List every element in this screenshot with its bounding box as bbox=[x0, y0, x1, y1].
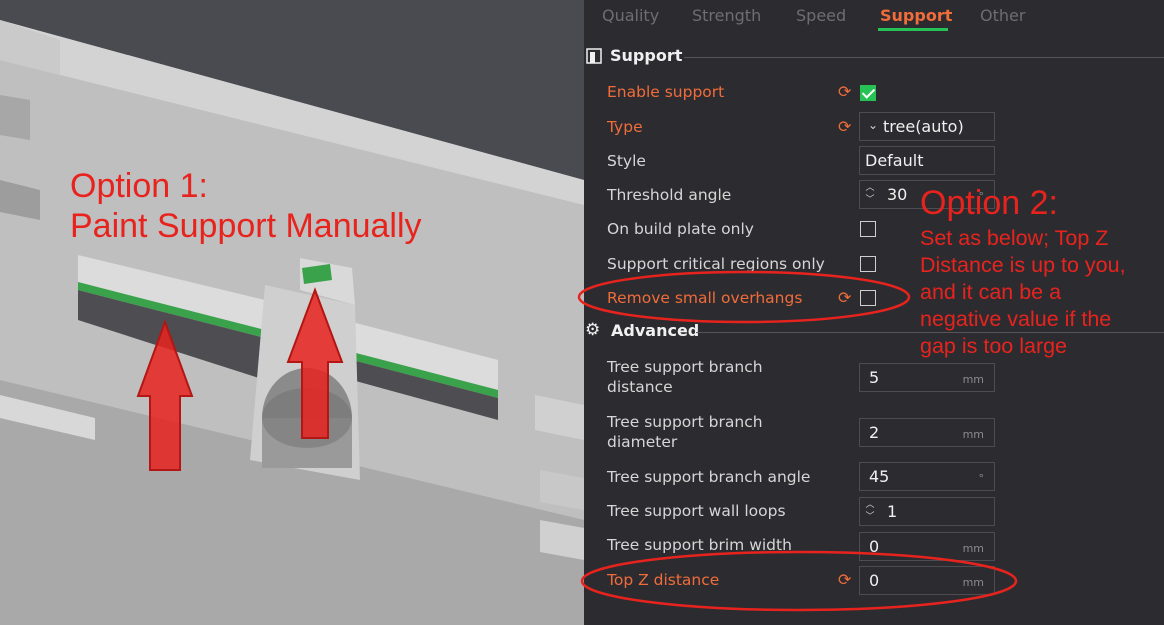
annotation-line: Set as below; Top Z bbox=[920, 226, 1109, 250]
reset-icon[interactable]: ⟳ bbox=[838, 571, 856, 589]
wall-loops-value: 1 bbox=[887, 502, 898, 521]
threshold-angle-label: Threshold angle bbox=[607, 186, 732, 204]
type-select[interactable]: ⌄ tree(auto) bbox=[859, 112, 995, 141]
brim-width-value: 0 bbox=[869, 537, 880, 556]
annotation-line: Option 1: bbox=[70, 167, 208, 205]
3d-viewport[interactable] bbox=[0, 0, 584, 625]
branch-diameter-value: 2 bbox=[869, 423, 880, 442]
wall-loops-label: Tree support wall loops bbox=[607, 502, 786, 520]
tab-speed[interactable]: Speed bbox=[796, 6, 846, 25]
style-select[interactable]: Default bbox=[859, 146, 995, 175]
label-line: diameter bbox=[607, 433, 678, 451]
model-render bbox=[0, 0, 584, 625]
option1-annotation: Option 1: Paint Support Manually bbox=[70, 166, 422, 246]
brim-width-label: Tree support brim width bbox=[607, 536, 792, 554]
critical-regions-checkbox[interactable] bbox=[860, 256, 876, 272]
remove-small-overhangs-label: Remove small overhangs bbox=[607, 289, 803, 307]
support-section-title: Support bbox=[610, 46, 683, 65]
build-plate-only-label: On build plate only bbox=[607, 220, 754, 238]
support-section-icon bbox=[586, 48, 602, 64]
model-step-2 bbox=[0, 95, 30, 140]
tab-quality[interactable]: Quality bbox=[602, 6, 659, 25]
branch-angle-unit: ° bbox=[978, 472, 985, 485]
branch-distance-label: Tree support branch distance bbox=[607, 357, 763, 397]
brim-width-input[interactable]: 0 mm bbox=[859, 532, 995, 561]
branch-angle-value: 45 bbox=[869, 467, 890, 486]
hole-top bbox=[262, 388, 352, 448]
top-z-distance-value: 0 bbox=[869, 571, 880, 590]
branch-angle-label: Tree support branch angle bbox=[607, 468, 811, 486]
build-plate-only-checkbox[interactable] bbox=[860, 221, 876, 237]
option2-annotation: Set as below; Top Z Distance is up to yo… bbox=[920, 225, 1126, 360]
active-tab-indicator bbox=[878, 28, 948, 31]
tab-other[interactable]: Other bbox=[980, 6, 1025, 25]
label-line: Tree support branch bbox=[607, 358, 763, 376]
branch-diameter-label: Tree support branch diameter bbox=[607, 412, 763, 452]
label-line: distance bbox=[607, 378, 673, 396]
branch-distance-value: 5 bbox=[869, 368, 880, 387]
chevron-down-icon: ⌄ bbox=[868, 118, 879, 132]
branch-angle-input[interactable]: 45 ° bbox=[859, 462, 995, 491]
critical-regions-label: Support critical regions only bbox=[607, 255, 825, 273]
enable-support-label: Enable support bbox=[607, 83, 725, 101]
spinner-arrows-icon[interactable]: ︿ ﹀ bbox=[864, 182, 876, 206]
spinner-arrows-icon[interactable]: ︿ ﹀ bbox=[864, 499, 876, 523]
top-z-distance-unit: mm bbox=[962, 576, 984, 589]
annotation-line: Distance is up to you, bbox=[920, 253, 1126, 277]
annotation-line: Paint Support Manually bbox=[70, 207, 422, 245]
enable-support-checkbox[interactable] bbox=[860, 85, 876, 101]
section-divider bbox=[684, 57, 1164, 58]
type-label: Type bbox=[607, 118, 643, 136]
style-label: Style bbox=[607, 152, 646, 170]
branch-diameter-unit: mm bbox=[962, 428, 984, 441]
reset-icon[interactable]: ⟳ bbox=[838, 83, 856, 101]
remove-small-overhangs-checkbox[interactable] bbox=[860, 290, 876, 306]
brim-width-unit: mm bbox=[962, 542, 984, 555]
option2-title: Option 2: bbox=[920, 184, 1058, 222]
tab-support[interactable]: Support bbox=[880, 6, 952, 25]
reset-icon[interactable]: ⟳ bbox=[838, 118, 856, 136]
type-value: tree(auto) bbox=[883, 117, 964, 136]
branch-distance-unit: mm bbox=[962, 373, 984, 386]
style-value: Default bbox=[865, 151, 924, 170]
wall-loops-input[interactable]: ︿ ﹀ 1 bbox=[859, 497, 995, 526]
label-line: Tree support branch bbox=[607, 413, 763, 431]
gear-icon: ⚙ bbox=[585, 320, 601, 340]
reset-icon[interactable]: ⟳ bbox=[838, 289, 856, 307]
branch-diameter-input[interactable]: 2 mm bbox=[859, 418, 995, 447]
annotation-line: gap is too large bbox=[920, 334, 1068, 358]
annotation-line: negative value if the bbox=[920, 307, 1112, 331]
top-z-distance-label: Top Z distance bbox=[607, 571, 720, 589]
threshold-angle-value: 30 bbox=[887, 185, 908, 204]
annotation-line: and it can be a bbox=[920, 280, 1062, 304]
top-z-distance-input[interactable]: 0 mm bbox=[859, 566, 995, 595]
advanced-section-title: Advanced bbox=[611, 321, 700, 340]
branch-distance-input[interactable]: 5 mm bbox=[859, 363, 995, 392]
tab-strength[interactable]: Strength bbox=[692, 6, 761, 25]
